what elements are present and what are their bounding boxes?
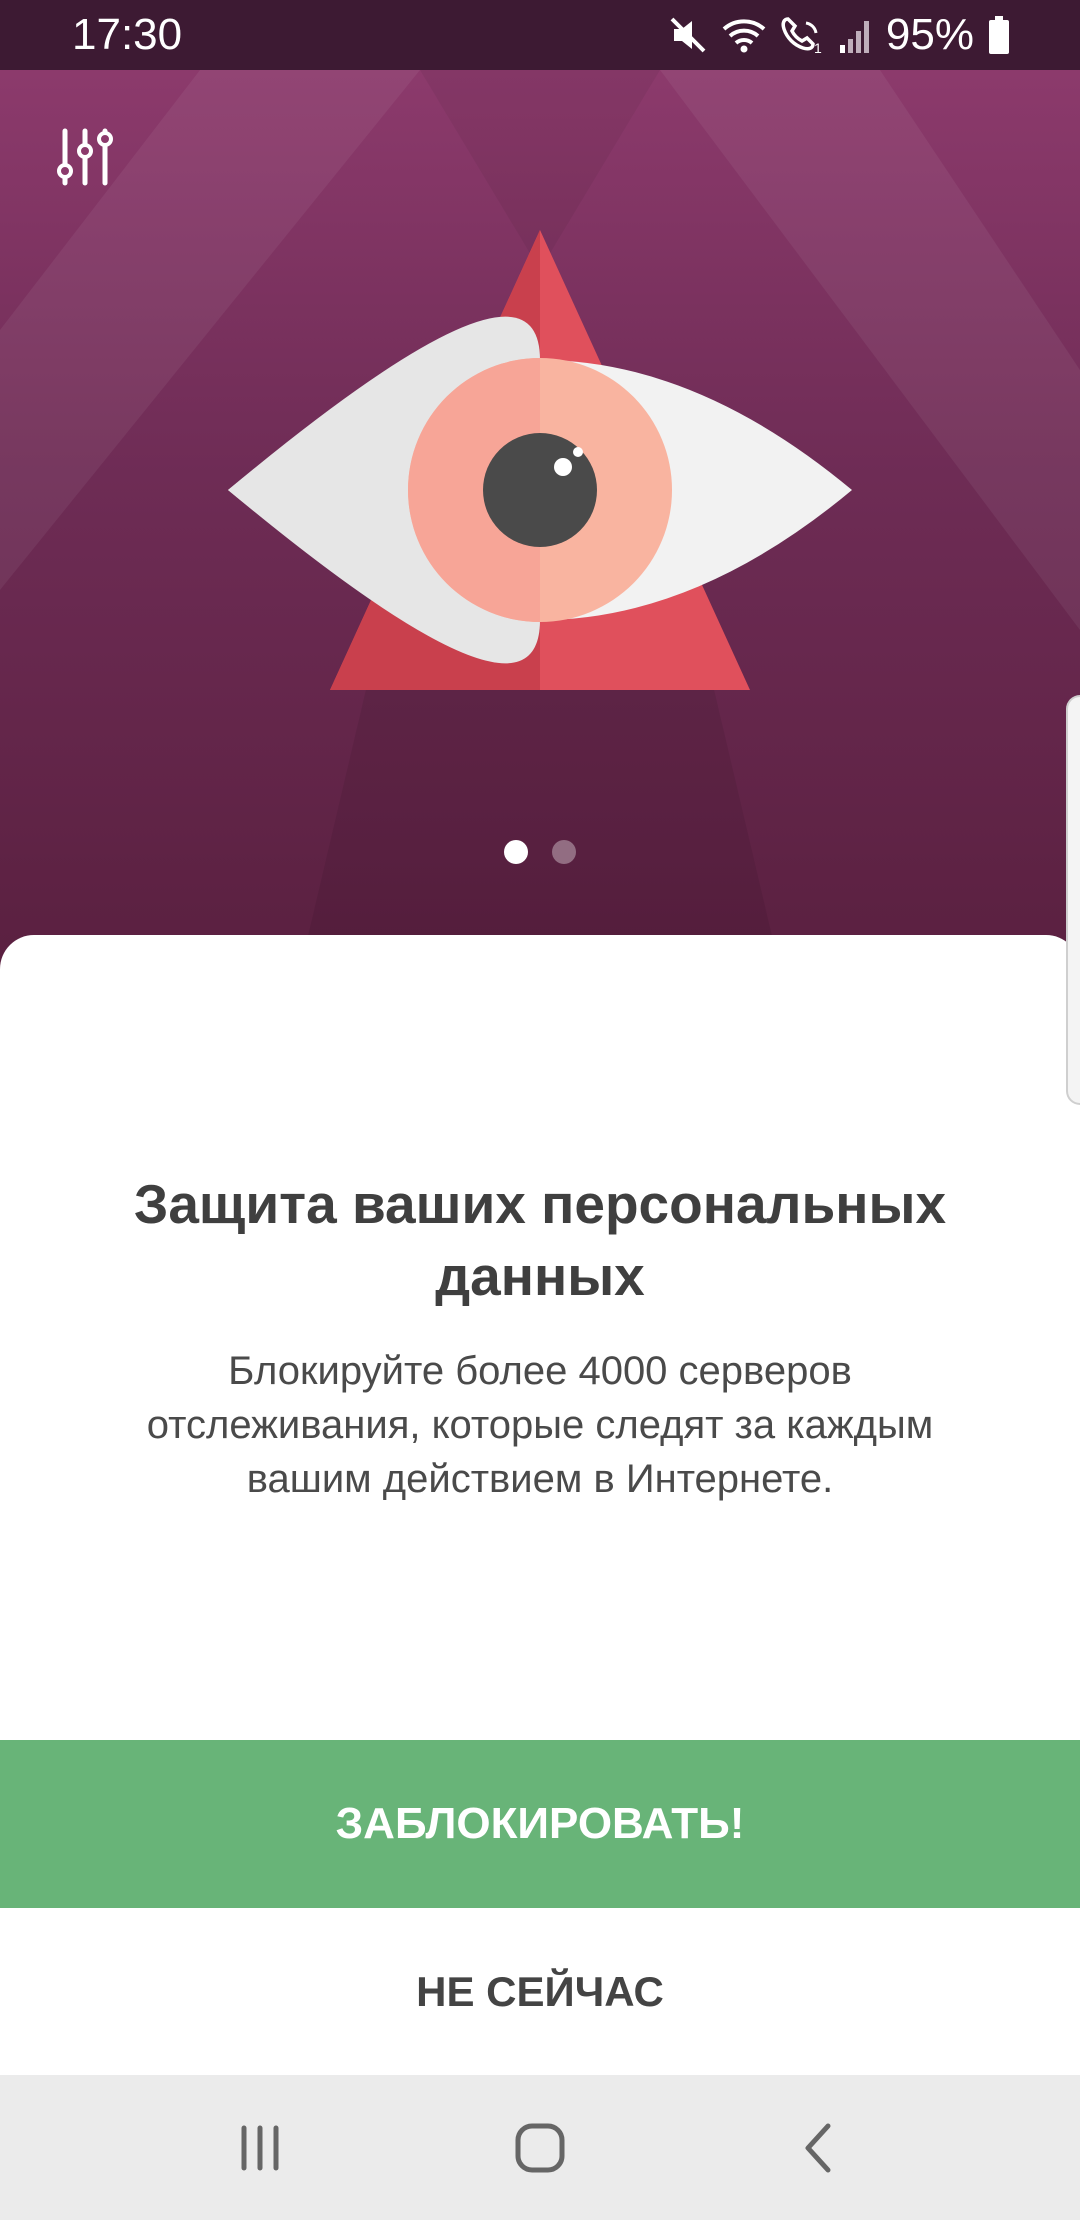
pager-dots	[0, 840, 1080, 864]
status-bar: 17:30 1 95%	[0, 0, 1080, 70]
wifi-icon	[722, 15, 766, 55]
battery-icon	[988, 15, 1010, 55]
back-icon[interactable]	[760, 2098, 880, 2198]
page-description: Блокируйте более 4000 серверов отслежива…	[146, 1349, 934, 1501]
system-nav-bar	[0, 2075, 1080, 2220]
signal-icon	[838, 15, 872, 55]
pager-dot-inactive[interactable]	[552, 840, 576, 864]
svg-text:1: 1	[814, 40, 822, 55]
status-time: 17:30	[72, 10, 183, 59]
status-icons: 1 95%	[668, 10, 1010, 60]
hero-banner	[0, 70, 1080, 970]
recent-apps-icon[interactable]	[200, 2098, 320, 2198]
mute-icon	[668, 15, 708, 55]
edge-panel-handle[interactable]	[1066, 695, 1080, 1105]
pager-dot-active[interactable]	[504, 840, 528, 864]
block-button[interactable]: ЗАБЛОКИРОВАТЬ!	[0, 1740, 1080, 1908]
home-icon[interactable]	[480, 2098, 600, 2198]
not-now-button[interactable]: НЕ СЕЙЧАС	[0, 1908, 1080, 2076]
eye-in-triangle-illustration	[228, 230, 852, 690]
page-title: Защита ваших персональных данных	[133, 1173, 947, 1307]
battery-percent: 95%	[885, 10, 974, 59]
sliders-icon[interactable]	[50, 122, 120, 192]
wifi-call-icon: 1	[780, 15, 824, 55]
